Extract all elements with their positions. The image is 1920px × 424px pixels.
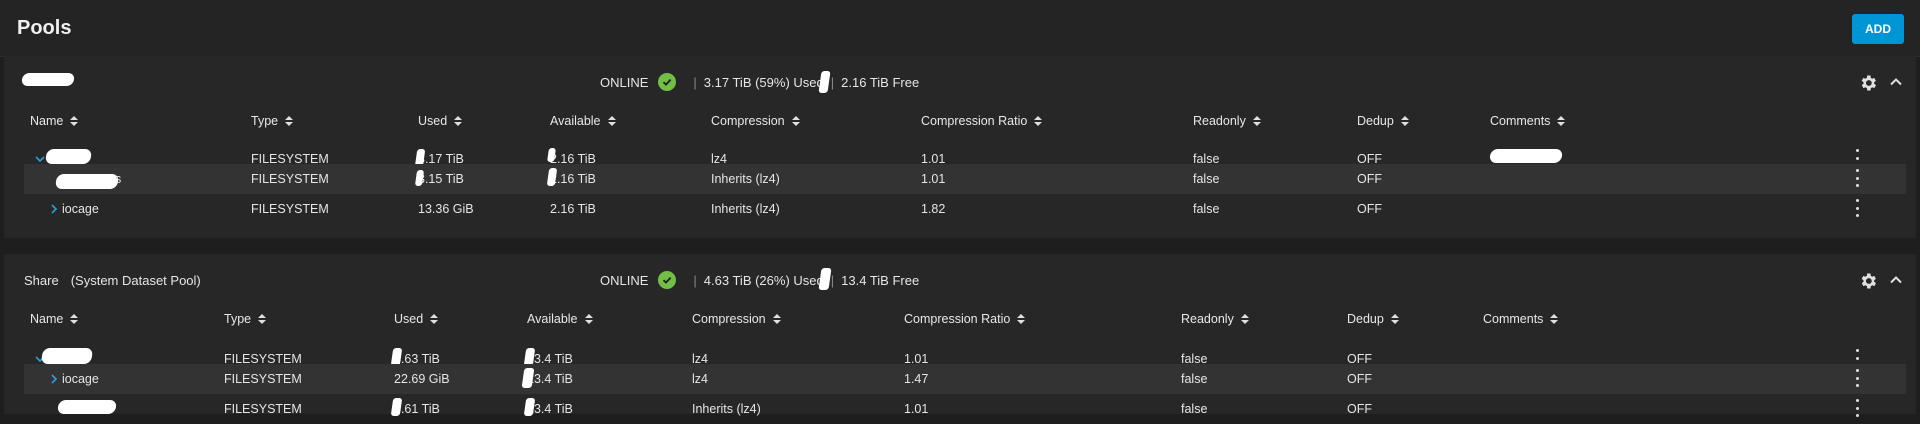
page-title: Pools bbox=[17, 17, 72, 39]
column-header-used[interactable]: Used bbox=[418, 114, 463, 128]
dataset-type: FILESYSTEM bbox=[224, 372, 302, 386]
pool-status: ONLINE | 4.63 TiB (26%) Used | 13.4 TiB … bbox=[600, 271, 920, 289]
table-row[interactable]: s FILESYSTEM 3.15 TiB 2.16 TiB Inherits … bbox=[24, 164, 1906, 194]
chevron-right-icon[interactable] bbox=[48, 373, 60, 385]
pool-status-text: ONLINE bbox=[600, 74, 649, 90]
dataset-available: 2.16 TiB bbox=[550, 172, 596, 186]
sort-icon bbox=[772, 314, 781, 324]
sort-icon bbox=[70, 116, 79, 126]
dataset-compression-ratio: 1.01 bbox=[921, 172, 946, 186]
pool-status-text: ONLINE bbox=[600, 272, 649, 288]
dataset-used: 22.69 GiB bbox=[394, 372, 450, 386]
chevron-up-icon[interactable] bbox=[1888, 272, 1904, 288]
more-vert-icon[interactable] bbox=[1854, 369, 1860, 387]
redacted-name bbox=[57, 400, 117, 414]
chevron-right-icon[interactable] bbox=[48, 203, 60, 215]
pool-used: 4.63 TiB (26%) Used bbox=[703, 272, 824, 288]
column-header-available[interactable]: Available bbox=[550, 114, 617, 128]
column-header-comments[interactable]: Comments bbox=[1483, 312, 1559, 326]
sort-icon bbox=[285, 116, 294, 126]
more-vert-icon[interactable] bbox=[1854, 199, 1860, 217]
sort-icon bbox=[791, 116, 800, 126]
sort-icon bbox=[1017, 314, 1026, 324]
dataset-readonly: false bbox=[1181, 372, 1208, 386]
dataset-available: 13.4 TiB bbox=[527, 372, 573, 386]
redacted-comment bbox=[1489, 149, 1563, 163]
column-header-compression-ratio[interactable]: Compression Ratio bbox=[921, 114, 1043, 128]
column-header-dedup[interactable]: Dedup bbox=[1347, 312, 1400, 326]
column-header-comments[interactable]: Comments bbox=[1490, 114, 1566, 128]
redacted-name bbox=[44, 149, 93, 164]
column-header-name[interactable]: Name bbox=[30, 114, 79, 128]
column-header-used[interactable]: Used bbox=[394, 312, 439, 326]
dataset-used: 13.36 GiB bbox=[418, 202, 474, 216]
sort-icon bbox=[258, 314, 267, 324]
sort-icon bbox=[1390, 314, 1399, 324]
sort-icon bbox=[1252, 116, 1261, 126]
redacted-name bbox=[40, 348, 94, 364]
dataset-available: 2.16 TiB bbox=[550, 202, 596, 216]
more-vert-icon[interactable] bbox=[1854, 169, 1860, 187]
check-circle-icon bbox=[658, 73, 677, 91]
dataset-used: 3.15 TiB bbox=[418, 172, 464, 186]
table-row[interactable]: FILESYSTEM 4.61 TiB 13.4 TiB Inherits (l… bbox=[24, 394, 1906, 424]
dataset-dedup: OFF bbox=[1357, 172, 1382, 186]
column-header-readonly[interactable]: Readonly bbox=[1181, 312, 1250, 326]
table-row[interactable]: iocage FILESYSTEM 22.69 GiB 13.4 TiB lz4… bbox=[24, 364, 1906, 394]
sort-icon bbox=[584, 314, 593, 324]
sort-icon bbox=[1240, 314, 1249, 324]
pool-name: Share (System Dataset Pool) bbox=[24, 273, 201, 288]
dataset-readonly: false bbox=[1193, 202, 1220, 216]
chevron-up-icon[interactable] bbox=[1888, 74, 1904, 90]
gear-icon[interactable] bbox=[1858, 271, 1878, 291]
column-header-compression[interactable]: Compression bbox=[692, 312, 782, 326]
gear-icon[interactable] bbox=[1858, 73, 1878, 93]
pool-used: 3.17 TiB (59%) Used bbox=[703, 74, 824, 90]
sort-icon bbox=[607, 116, 616, 126]
dataset-name: s bbox=[115, 172, 122, 186]
column-header-compression[interactable]: Compression bbox=[711, 114, 801, 128]
dataset-name: iocage bbox=[62, 202, 99, 216]
page-header: Pools ADD bbox=[0, 0, 1920, 57]
column-header-dedup[interactable]: Dedup bbox=[1357, 114, 1410, 128]
table-row[interactable]: iocage FILESYSTEM 13.36 GiB 2.16 TiB Inh… bbox=[24, 194, 1906, 224]
column-header-compression-ratio[interactable]: Compression Ratio bbox=[904, 312, 1026, 326]
sort-icon bbox=[1034, 116, 1043, 126]
dataset-compression: Inherits (lz4) bbox=[711, 172, 780, 186]
pool-card: Share (System Dataset Pool) ONLINE | 4.63… bbox=[4, 254, 1916, 417]
add-pool-button[interactable]: ADD bbox=[1852, 14, 1904, 44]
pool-header: ONLINE | 3.17 TiB (59%) Used | 2.16 TiB … bbox=[4, 56, 1916, 108]
sort-icon bbox=[1557, 116, 1566, 126]
dataset-compression: lz4 bbox=[692, 372, 708, 386]
check-circle-icon bbox=[658, 271, 677, 289]
dataset-readonly: false bbox=[1193, 172, 1220, 186]
column-header-name[interactable]: Name bbox=[30, 312, 79, 326]
dataset-type: FILESYSTEM bbox=[251, 172, 329, 186]
sort-icon bbox=[1550, 314, 1559, 324]
dataset-compression-ratio: 1.47 bbox=[904, 372, 929, 386]
sort-icon bbox=[1400, 116, 1409, 126]
sort-icon bbox=[430, 314, 439, 324]
dataset-compression-ratio: 1.82 bbox=[921, 202, 946, 216]
pool-status: ONLINE | 3.17 TiB (59%) Used | 2.16 TiB … bbox=[600, 73, 920, 91]
redacted-pool-name bbox=[21, 73, 75, 86]
column-header-readonly[interactable]: Readonly bbox=[1193, 114, 1262, 128]
more-vert-icon[interactable] bbox=[1854, 399, 1860, 417]
dataset-type: FILESYSTEM bbox=[251, 202, 329, 216]
sort-icon bbox=[454, 116, 463, 126]
pool-header: Share (System Dataset Pool) ONLINE | 4.63… bbox=[4, 254, 1916, 306]
dataset-compression: Inherits (lz4) bbox=[711, 202, 780, 216]
column-header-type[interactable]: Type bbox=[251, 114, 294, 128]
sort-icon bbox=[70, 314, 79, 324]
pool-free: 13.4 TiB Free bbox=[841, 272, 920, 288]
column-header-available[interactable]: Available bbox=[527, 312, 594, 326]
dataset-dedup: OFF bbox=[1357, 202, 1382, 216]
redacted-name bbox=[54, 174, 120, 189]
column-header-type[interactable]: Type bbox=[224, 312, 267, 326]
pool-free: 2.16 TiB Free bbox=[841, 74, 920, 90]
dataset-name: iocage bbox=[62, 372, 99, 386]
dataset-dedup: OFF bbox=[1347, 372, 1372, 386]
pool-card: ONLINE | 3.17 TiB (59%) Used | 2.16 TiB … bbox=[4, 56, 1916, 238]
